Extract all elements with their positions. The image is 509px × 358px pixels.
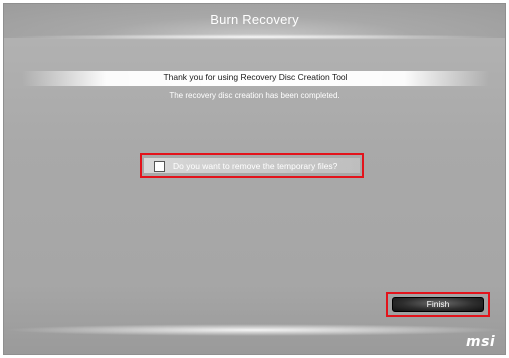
banner-text: Thank you for using Recovery Disc Creati… (163, 72, 348, 82)
remove-temp-files-option[interactable]: Do you want to remove the temporary file… (144, 158, 360, 173)
title-bar: Burn Recovery (4, 4, 505, 38)
remove-temp-files-label[interactable]: Do you want to remove the temporary file… (173, 161, 337, 171)
window-title: Burn Recovery (210, 12, 299, 27)
finish-button[interactable]: Finish (392, 297, 484, 312)
msi-logo: msi (466, 334, 496, 350)
title-glow-divider (4, 34, 505, 40)
remove-temp-files-highlight: Do you want to remove the temporary file… (140, 153, 364, 178)
bottom-glow-divider (4, 324, 505, 336)
remove-temp-files-checkbox[interactable] (154, 161, 165, 172)
burn-recovery-window: Burn Recovery Thank you for using Recove… (3, 3, 506, 355)
thank-you-banner: Thank you for using Recovery Disc Creati… (22, 71, 489, 86)
finish-button-highlight: Finish (386, 292, 490, 317)
completion-status-text: The recovery disc creation has been comp… (169, 91, 340, 100)
